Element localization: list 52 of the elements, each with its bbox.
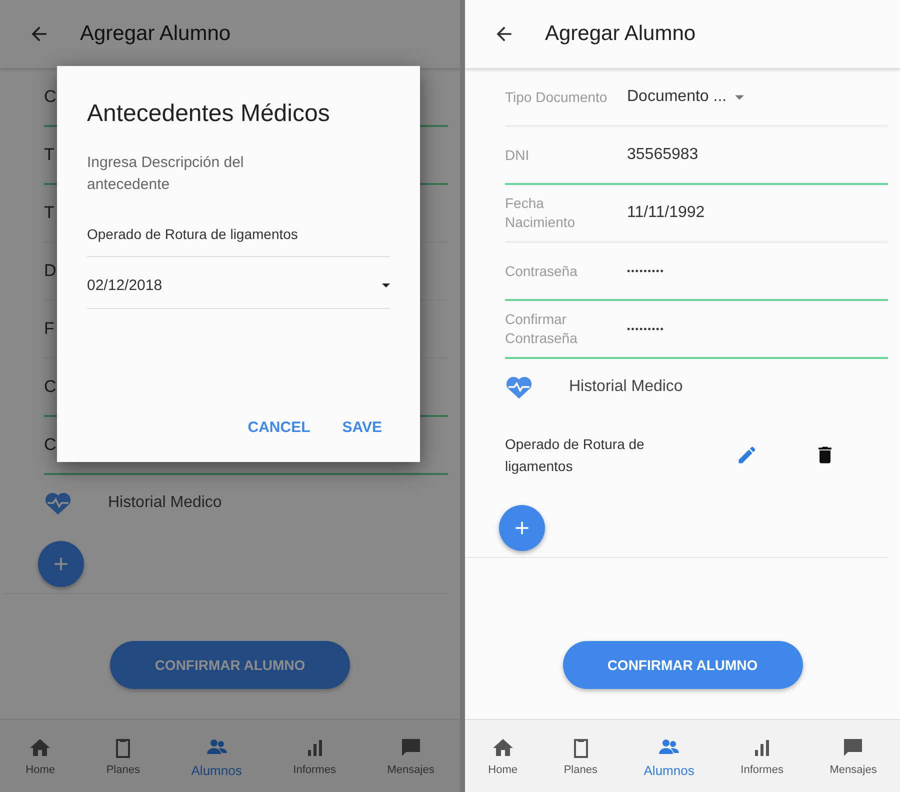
- form-row[interactable]: Confirmar Contraseña •••••••••: [505, 301, 888, 359]
- dropdown-caret-icon: [734, 94, 744, 100]
- field-label: DNI: [505, 146, 530, 164]
- heartbeat-icon: [44, 490, 72, 516]
- field-label: D: [44, 260, 56, 282]
- field-label: T: [44, 144, 54, 166]
- plus-icon: [52, 555, 70, 573]
- dialog-prompt: Ingresa Descripción del antecedente: [87, 153, 245, 195]
- pencil-icon[interactable]: [736, 444, 758, 466]
- field-label: Confirmar Contraseña: [505, 310, 578, 348]
- nav-tab[interactable]: Mensajes: [828, 736, 879, 776]
- field-label: Contraseña: [505, 262, 578, 280]
- field-label: T: [44, 202, 54, 224]
- section-title: Historial Medico: [569, 378, 683, 396]
- nav-tab[interactable]: Informes: [738, 736, 786, 776]
- form-row[interactable]: Contraseña •••••••••: [505, 243, 888, 301]
- form-row[interactable]: Tipo Documento Documento ...: [505, 69, 888, 127]
- field-value: 11/11/1992: [627, 204, 705, 222]
- field-value: •••••••••: [627, 324, 664, 334]
- dialog-button[interactable]: SAVE: [334, 413, 390, 442]
- field-label: C: [44, 434, 56, 456]
- add-button[interactable]: [38, 541, 84, 587]
- screen-title: Agregar Alumno: [545, 22, 696, 46]
- nav-tab[interactable]: Planes: [104, 736, 142, 776]
- nav-tab[interactable]: Mensajes: [385, 736, 436, 776]
- field-label: C: [44, 86, 56, 108]
- field-value: •••••••••: [627, 266, 664, 276]
- heartbeat-icon: [505, 374, 533, 400]
- confirm-button[interactable]: CONFIRMAR ALUMNO: [562, 641, 802, 689]
- nav-tab[interactable]: Home: [24, 736, 57, 776]
- dialog-title: Antecedentes Médicos: [87, 100, 331, 128]
- nav-tab[interactable]: Home: [486, 736, 520, 776]
- screen-title: Agregar Alumno: [80, 22, 231, 46]
- section-title: Historial Medico: [108, 494, 222, 512]
- field-label: Tipo Documento: [505, 88, 608, 106]
- nav-tab[interactable]: Informes: [291, 736, 338, 776]
- date-field[interactable]: 02/12/2018: [87, 276, 390, 308]
- description-field[interactable]: Operado de Rotura de ligamentos: [87, 226, 390, 256]
- form-row[interactable]: DNI 35565983: [505, 127, 888, 185]
- field-value: Documento ...: [627, 88, 727, 106]
- dialog-button[interactable]: CANCEL: [240, 413, 318, 442]
- plus-icon: [513, 519, 531, 537]
- field-label: C: [44, 376, 56, 398]
- field-label: Fecha Nacimiento: [505, 194, 576, 232]
- field-label: F: [44, 318, 54, 340]
- nav-tab[interactable]: Alumnos: [642, 734, 696, 778]
- form-row[interactable]: Fecha Nacimiento 11/11/1992: [505, 185, 888, 243]
- history-entry: Operado de Rotura de ligamentos: [505, 434, 646, 476]
- add-button[interactable]: [499, 505, 545, 551]
- nav-tab[interactable]: Planes: [562, 736, 600, 776]
- dropdown-caret-icon: [382, 282, 390, 288]
- field-value: 35565983: [627, 146, 698, 164]
